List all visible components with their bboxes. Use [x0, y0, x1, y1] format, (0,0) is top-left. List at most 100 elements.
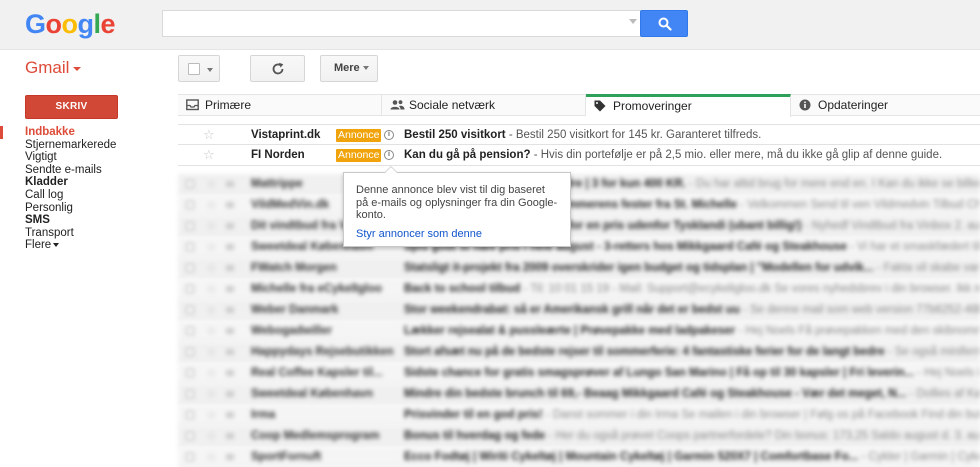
list-item[interactable]: ☆ Irma Prisvinder til en god pris! - Danst… — [178, 405, 980, 426]
people-icon — [390, 100, 405, 110]
row-checkbox[interactable] — [186, 243, 194, 251]
inbox-icon — [186, 99, 199, 111]
list-item[interactable]: ☆ Michelle fra eCykelIgloo Back to school … — [178, 279, 980, 300]
star-icon[interactable]: ☆ — [206, 300, 217, 320]
list-item[interactable]: ☆ Webogadwiller Lækker rejsealat & pussleæ… — [178, 321, 980, 342]
list-item[interactable]: ☆MattrippeSpar nu stort på din næste ord… — [178, 174, 980, 195]
row-checkbox[interactable] — [186, 327, 194, 335]
importance-marker-icon[interactable] — [226, 286, 234, 292]
importance-marker-icon[interactable] — [226, 307, 234, 313]
gmail-menu[interactable]: Gmail — [25, 58, 82, 78]
tab-updates[interactable]: Opdateringer — [791, 95, 980, 116]
logo-letter: l — [93, 9, 102, 39]
search-options-caret[interactable] — [629, 19, 637, 24]
star-icon[interactable]: ☆ — [203, 125, 215, 144]
row-subject-title: Statsligt it-projekt fra 2009 overskride… — [404, 262, 874, 274]
sidebar-item-important[interactable]: Vigtigt — [0, 151, 160, 164]
sidebar-item-more[interactable]: Flere — [0, 239, 160, 252]
sidebar-item-call-log[interactable]: Call log — [0, 189, 160, 202]
tab-primary[interactable]: Primære — [178, 95, 382, 116]
row-checkbox[interactable] — [186, 222, 194, 230]
star-icon[interactable]: ☆ — [206, 216, 217, 236]
ad-sender: Vistaprint.dk — [251, 129, 321, 141]
sidebar-item-transport[interactable]: Transport — [0, 227, 160, 240]
row-checkbox[interactable] — [186, 453, 194, 461]
importance-marker-icon[interactable] — [226, 328, 234, 334]
star-icon[interactable]: ☆ — [206, 426, 217, 446]
ad-info-icon[interactable]: i — [384, 150, 394, 160]
star-icon[interactable]: ☆ — [206, 258, 217, 278]
star-icon[interactable]: ☆ — [206, 237, 217, 257]
list-item[interactable]: ☆ Sweetdeal København Spis godt til halv p… — [178, 237, 980, 258]
tab-promotions[interactable]: Promoveringer — [586, 94, 791, 117]
row-checkbox[interactable] — [186, 348, 194, 356]
ad-row[interactable]: ☆ Vistaprint.dk Annonce i Bestil 250 vis… — [178, 124, 980, 145]
list-item[interactable]: ☆ FWatch Morgen Statsligt it-projekt fra 2… — [178, 258, 980, 279]
ad-info-icon[interactable]: i — [384, 130, 394, 140]
importance-marker-icon[interactable] — [226, 412, 234, 418]
importance-marker-icon[interactable] — [226, 223, 234, 229]
search-button[interactable] — [640, 10, 688, 37]
refresh-button[interactable] — [250, 55, 305, 82]
row-subject: Prisvinder til en god pris! - Danst somm… — [404, 405, 980, 425]
importance-marker-icon[interactable] — [226, 202, 234, 208]
list-item[interactable]: ☆ Coop Medlemsprogram Bonus til hverdag og… — [178, 426, 980, 447]
chevron-down-icon — [53, 243, 60, 248]
importance-marker-icon[interactable] — [226, 181, 234, 187]
compose-button[interactable]: SKRIV — [25, 95, 118, 119]
select-checkbox-button[interactable] — [178, 55, 220, 82]
row-checkbox[interactable] — [186, 411, 194, 419]
row-subject-title: Ecco Fodtøj | Wiriti Cykeltøj | Mountain… — [404, 451, 859, 463]
star-icon[interactable]: ☆ — [206, 174, 217, 194]
row-checkbox[interactable] — [186, 369, 194, 377]
star-icon[interactable]: ☆ — [203, 145, 215, 165]
star-icon[interactable]: ☆ — [206, 342, 217, 362]
importance-marker-icon[interactable] — [226, 391, 234, 397]
row-sender: Real Coffee Kapsler til... — [251, 367, 383, 379]
row-checkbox[interactable] — [186, 201, 194, 209]
sidebar-item-sms[interactable]: SMS — [0, 214, 160, 227]
row-snippet: - Til: 10 01 15 19 - Mail: Support@ecyke… — [523, 283, 980, 295]
importance-marker-icon[interactable] — [226, 244, 234, 250]
row-sender: Weber Danmark — [251, 304, 339, 316]
star-icon[interactable]: ☆ — [206, 405, 217, 425]
sidebar-item-personal[interactable]: Personlig — [0, 202, 160, 215]
ad-row[interactable]: ☆ FI Norden Annonce i Kan du gå på pensi… — [178, 145, 980, 166]
tab-social[interactable]: Sociale netværk — [382, 95, 586, 116]
row-checkbox[interactable] — [186, 264, 194, 272]
ad-info-tooltip: Denne annonce blev vist til dig baseret … — [343, 166, 571, 247]
row-checkbox[interactable] — [186, 285, 194, 293]
star-icon[interactable]: ☆ — [206, 321, 217, 341]
row-sender: Coop Medlemsprogram — [251, 430, 380, 442]
search-input[interactable] — [163, 11, 623, 36]
star-icon[interactable]: ☆ — [206, 384, 217, 404]
importance-marker-icon[interactable] — [226, 349, 234, 355]
importance-marker-icon[interactable] — [226, 265, 234, 271]
star-icon[interactable]: ☆ — [206, 447, 217, 467]
row-checkbox[interactable] — [186, 306, 194, 314]
row-checkbox[interactable] — [186, 390, 194, 398]
list-item[interactable]: ☆ Happydays Rejsebutikken Stort afsæt nu p… — [178, 342, 980, 363]
star-icon[interactable]: ☆ — [206, 195, 217, 215]
manage-ads-link[interactable]: Styr annoncer som denne — [356, 228, 558, 241]
star-icon[interactable]: ☆ — [206, 363, 217, 383]
list-item[interactable]: ☆ SportFornuft Ecco Fodtøj | Wiriti Cykelt… — [178, 447, 980, 467]
google-logo[interactable]: Google — [25, 9, 116, 40]
importance-marker-icon[interactable] — [226, 370, 234, 376]
row-snippet: - Vi har et smaskfædert tilbud til dig — [850, 241, 980, 253]
list-item[interactable]: ☆ Sweetdeal København Mindre din bedste br… — [178, 384, 980, 405]
list-item[interactable]: ☆ Dit vindtbud fra Vinbox Vindtbud: Nyt vi… — [178, 216, 980, 237]
list-item[interactable]: ☆ Weber Danmark Stor weekendrabat: så er A… — [178, 300, 980, 321]
sidebar-item-inbox[interactable]: Indbakke — [0, 126, 160, 139]
importance-marker-icon[interactable] — [226, 433, 234, 439]
importance-marker-icon[interactable] — [226, 454, 234, 460]
more-button[interactable]: Mere — [320, 55, 378, 82]
row-checkbox[interactable] — [186, 180, 194, 188]
row-checkbox[interactable] — [186, 432, 194, 440]
list-item[interactable]: ☆ Real Coffee Kapsler til... Sidste chance… — [178, 363, 980, 384]
star-icon[interactable]: ☆ — [206, 279, 217, 299]
list-item[interactable]: ☆VildMedVin.dkNyheder: de bedste vine ti… — [178, 195, 980, 216]
sidebar-item-sent[interactable]: Sendte e-mails — [0, 164, 160, 177]
sidebar-item-starred[interactable]: Stjernemarkerede — [0, 139, 160, 152]
sidebar-item-drafts[interactable]: Kladder — [0, 176, 160, 189]
